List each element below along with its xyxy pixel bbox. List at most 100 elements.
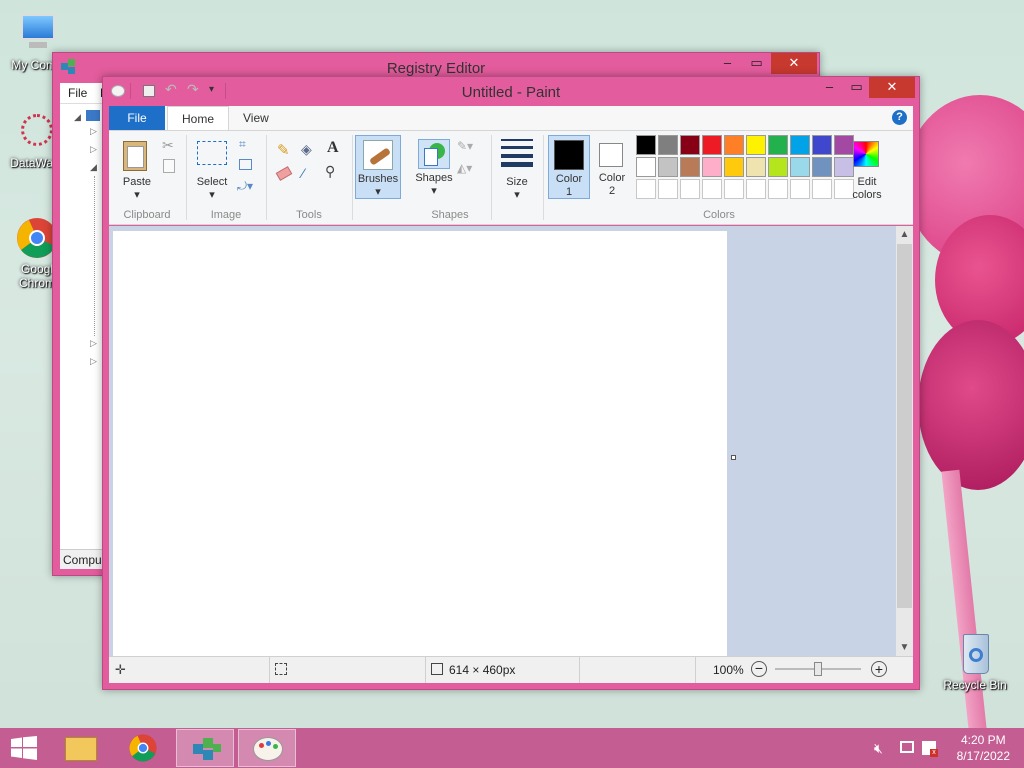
palette-swatch[interactable] [724,157,744,177]
brushes-button[interactable]: Brushes ▾ [355,135,401,199]
palette-swatch[interactable] [680,157,700,177]
select-icon[interactable] [197,141,227,165]
palette-swatch[interactable] [724,135,744,155]
tree-expand-icon[interactable]: ◢ [90,162,97,173]
copy-icon[interactable] [163,159,175,173]
tree-line [94,176,95,336]
text-icon[interactable]: A [327,139,339,157]
help-icon[interactable]: ? [892,110,907,125]
palette-swatch[interactable] [746,157,766,177]
maximize-button[interactable]: ▭ [843,77,870,98]
palette-swatch[interactable] [746,135,766,155]
palette-empty-slot[interactable] [746,179,766,199]
tree-expand-icon[interactable]: ▷ [90,338,97,349]
edit-colors-icon[interactable] [853,141,879,167]
palette-swatch[interactable] [812,135,832,155]
maximize-button[interactable]: ▭ [743,53,770,74]
size-icon [501,137,535,167]
color2-button[interactable]: Color 2 [592,135,632,199]
fill-icon[interactable]: ◈ [301,141,312,158]
scroll-up-icon[interactable]: ▲ [896,226,913,243]
palette-swatch[interactable] [636,157,656,177]
shapes-button[interactable]: Shapes ▾ [414,135,454,199]
palette-swatch[interactable] [790,157,810,177]
minimize-button[interactable]: – [816,77,843,98]
start-button[interactable] [10,736,38,760]
palette-swatch[interactable] [790,135,810,155]
paint-window[interactable]: ↶ ↷ ▾ Untitled - Paint – ▭ ✕ File Home V… [102,76,920,690]
volume-muted-icon[interactable]: 🔇︎ [874,740,883,757]
tab-home[interactable]: Home [167,106,230,131]
group-label-shapes: Shapes [431,209,469,221]
cut-icon[interactable]: ✂ [162,137,174,154]
zoom-slider-thumb[interactable] [814,662,822,676]
group-separator [186,135,187,220]
eraser-icon[interactable] [275,166,293,181]
paste-dropdown-icon[interactable]: ▾ [117,189,157,202]
taskbar-paint[interactable] [238,729,296,767]
zoom-out-icon[interactable]: − [751,661,767,677]
minimize-button[interactable]: – [714,53,741,74]
palette-swatch[interactable] [680,135,700,155]
scroll-down-icon[interactable]: ▼ [896,639,913,656]
outline-icon[interactable]: ✎▾ [457,139,473,153]
canvas-resize-handle[interactable] [731,455,736,460]
paint-titlebar[interactable]: ↶ ↷ ▾ Untitled - Paint – ▭ ✕ [103,77,919,107]
color1-button[interactable]: Color 1 [548,135,590,199]
scroll-thumb[interactable] [897,244,912,608]
fill-style-icon[interactable]: ◭▾ [457,161,472,175]
palette-swatch[interactable] [834,135,854,155]
tab-view[interactable]: View [229,106,283,130]
pencil-icon[interactable]: ✎ [277,141,290,159]
resize-icon[interactable] [239,159,252,170]
system-clock[interactable]: 4:20 PM 8/17/2022 [957,732,1010,764]
palette-empty-slot[interactable] [636,179,656,199]
desktop-icon-recycle-bin[interactable]: Recycle Bin [940,632,1010,692]
crop-icon[interactable]: ⌗ [239,137,246,152]
network-icon[interactable] [900,741,914,753]
drawing-canvas[interactable] [113,231,727,658]
tree-expand-icon[interactable]: ▷ [90,356,97,367]
rotate-icon[interactable]: ⤾▾ [237,179,253,194]
palette-empty-slot[interactable] [680,179,700,199]
palette-swatch[interactable] [812,157,832,177]
taskbar-file-explorer[interactable] [52,729,110,767]
palette-swatch[interactable] [702,157,722,177]
palette-swatch[interactable] [702,135,722,155]
palette-empty-slot[interactable] [768,179,788,199]
menu-file[interactable]: File [68,86,87,100]
taskbar-chrome[interactable] [114,729,172,767]
paste-icon[interactable] [121,137,151,173]
zoom-in-icon[interactable]: + [871,661,887,677]
palette-swatch[interactable] [768,135,788,155]
tree-expand-icon[interactable]: ◢ [74,112,81,123]
close-button[interactable]: ✕ [869,77,915,98]
vertical-scrollbar[interactable]: ▲ ▼ [896,226,913,656]
palette-empty-slot[interactable] [724,179,744,199]
palette-swatch[interactable] [768,157,788,177]
palette-empty-slot[interactable] [702,179,722,199]
palette-empty-slot[interactable] [658,179,678,199]
canvas-size-icon [431,663,443,675]
palette-swatch[interactable] [658,157,678,177]
palette-swatch[interactable] [636,135,656,155]
action-center-icon[interactable]: x [922,741,938,757]
tab-file[interactable]: File [109,106,165,130]
magnifier-icon[interactable]: ⚲ [325,163,335,180]
taskbar-registry-editor[interactable] [176,729,234,767]
palette-swatch[interactable] [658,135,678,155]
paste-button[interactable]: Paste [117,176,157,189]
edit-colors-button[interactable]: Edit [845,176,889,189]
ribbon-tabs: File Home View ? [109,106,913,131]
palette-empty-slot[interactable] [790,179,810,199]
size-button[interactable]: Size [497,176,537,189]
color-picker-icon[interactable]: ⁄ [302,165,304,181]
size-dropdown-icon[interactable]: ▾ [497,189,537,202]
select-dropdown-icon[interactable]: ▾ [191,189,233,202]
select-button[interactable]: Select [191,176,233,189]
tree-expand-icon[interactable]: ▷ [90,144,97,155]
close-button[interactable]: ✕ [771,53,817,74]
tree-expand-icon[interactable]: ▷ [90,126,97,137]
palette-empty-slot[interactable] [812,179,832,199]
palette-swatch[interactable] [834,157,854,177]
